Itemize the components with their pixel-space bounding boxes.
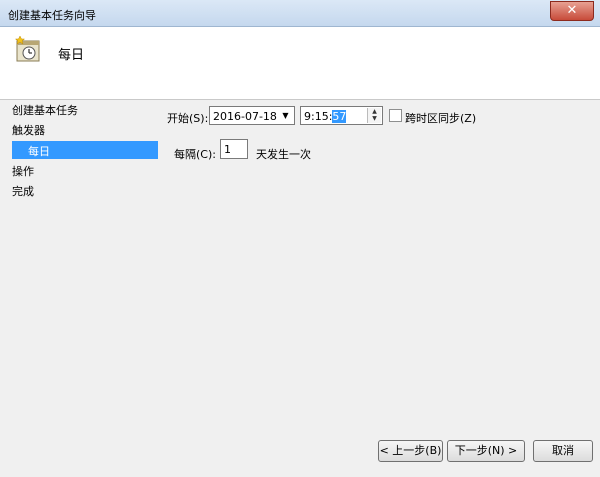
nav-step-action[interactable]: 操作	[12, 163, 34, 179]
sync-timezone-label: 跨时区同步(Z)	[405, 112, 477, 125]
start-time-input[interactable]: 9:15:57 ▲ ▼	[300, 106, 383, 125]
recur-days-input[interactable]: 1	[220, 139, 248, 159]
close-icon: ✕	[566, 3, 578, 18]
next-button[interactable]: 下一步(N) >	[447, 440, 525, 462]
cancel-button[interactable]: 取消	[533, 440, 593, 462]
recur-label: 每隔(C):	[174, 148, 216, 161]
chevron-down-icon[interactable]: ▼	[278, 108, 293, 123]
back-button[interactable]: < 上一步(B)	[378, 440, 443, 462]
title-bar: 创建基本任务向导 ✕	[0, 0, 600, 27]
start-date-value: 2016-07-18	[213, 110, 277, 123]
recur-days-value: 1	[224, 143, 231, 156]
time-spinner[interactable]: ▲ ▼	[367, 108, 381, 123]
nav-step-create[interactable]: 创建基本任务	[12, 102, 78, 118]
wizard-header: 每日	[0, 27, 600, 100]
page-title: 每日	[58, 48, 85, 63]
nav-step-daily[interactable]: 每日	[12, 141, 158, 159]
recur-suffix: 天发生一次	[256, 148, 311, 161]
nav-step-finish[interactable]: 完成	[12, 183, 34, 199]
spin-up-icon[interactable]: ▲	[368, 108, 381, 115]
task-wizard-window: 创建基本任务向导 ✕ 每日 创建基本任务 触发器 每日 操作 完成 开始(S):	[0, 0, 600, 477]
window-title: 创建基本任务向导	[8, 9, 96, 22]
start-label: 开始(S):	[167, 112, 209, 125]
start-time-prefix: 9:15:	[304, 110, 333, 123]
spin-down-icon[interactable]: ▼	[368, 115, 381, 122]
start-time-selected-seconds: 57	[332, 110, 347, 123]
sync-timezone-checkbox[interactable]	[389, 109, 402, 122]
nav-step-daily-label: 每日	[28, 145, 50, 158]
start-date-picker[interactable]: 2016-07-18 ▼	[209, 106, 295, 125]
nav-step-trigger[interactable]: 触发器	[12, 122, 45, 138]
start-time-text: 9:15:57	[304, 110, 347, 123]
task-scheduler-icon	[14, 35, 44, 68]
close-button[interactable]: ✕	[550, 1, 594, 21]
